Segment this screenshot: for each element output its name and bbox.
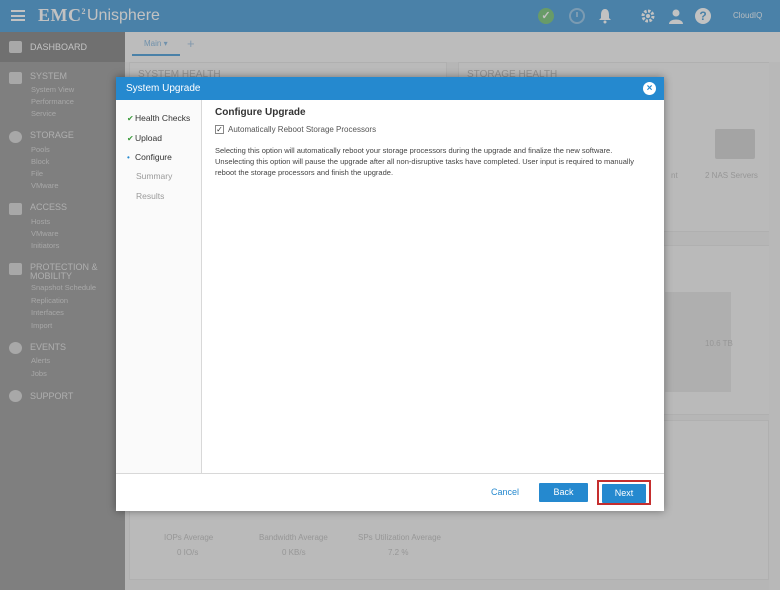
step-results: Results	[127, 191, 164, 201]
step-label: Health Checks	[135, 113, 191, 123]
check-icon: ✔	[127, 114, 134, 123]
next-button[interactable]: Next	[602, 484, 646, 503]
step-health-checks[interactable]: ✔Health Checks	[127, 113, 190, 123]
description-text: Selecting this option will automatically…	[215, 146, 634, 177]
step-label: Configure	[135, 152, 172, 162]
step-label: Summary	[136, 171, 173, 181]
step-summary: Summary	[127, 171, 172, 181]
dialog-content: Configure Upgrade ✓ Automatically Reboot…	[215, 107, 655, 178]
dialog-title: System Upgrade	[126, 83, 201, 94]
auto-reboot-option[interactable]: ✓ Automatically Reboot Storage Processor…	[215, 125, 655, 134]
check-icon: ✔	[127, 134, 134, 143]
next-button-highlight: Next	[597, 480, 651, 505]
wizard-steps: ✔Health Checks ✔Upload • Configure Summar…	[116, 100, 202, 473]
dialog-header: System Upgrade ×	[116, 77, 664, 100]
auto-reboot-label: Automatically Reboot Storage Processors	[228, 125, 377, 134]
step-configure[interactable]: • Configure	[127, 152, 172, 162]
step-label: Upload	[135, 133, 162, 143]
cancel-button[interactable]: Cancel	[491, 487, 519, 497]
step-label: Results	[136, 191, 165, 201]
current-step-dot-icon: •	[127, 153, 130, 162]
configure-heading: Configure Upgrade	[215, 107, 306, 118]
dialog-footer: Cancel Back Next	[116, 473, 664, 511]
step-upload[interactable]: ✔Upload	[127, 133, 162, 143]
auto-reboot-checkbox[interactable]: ✓	[215, 125, 224, 134]
close-icon[interactable]: ×	[643, 82, 656, 95]
system-upgrade-dialog: System Upgrade × ✔Health Checks ✔Upload …	[116, 77, 664, 511]
back-button[interactable]: Back	[539, 483, 588, 502]
